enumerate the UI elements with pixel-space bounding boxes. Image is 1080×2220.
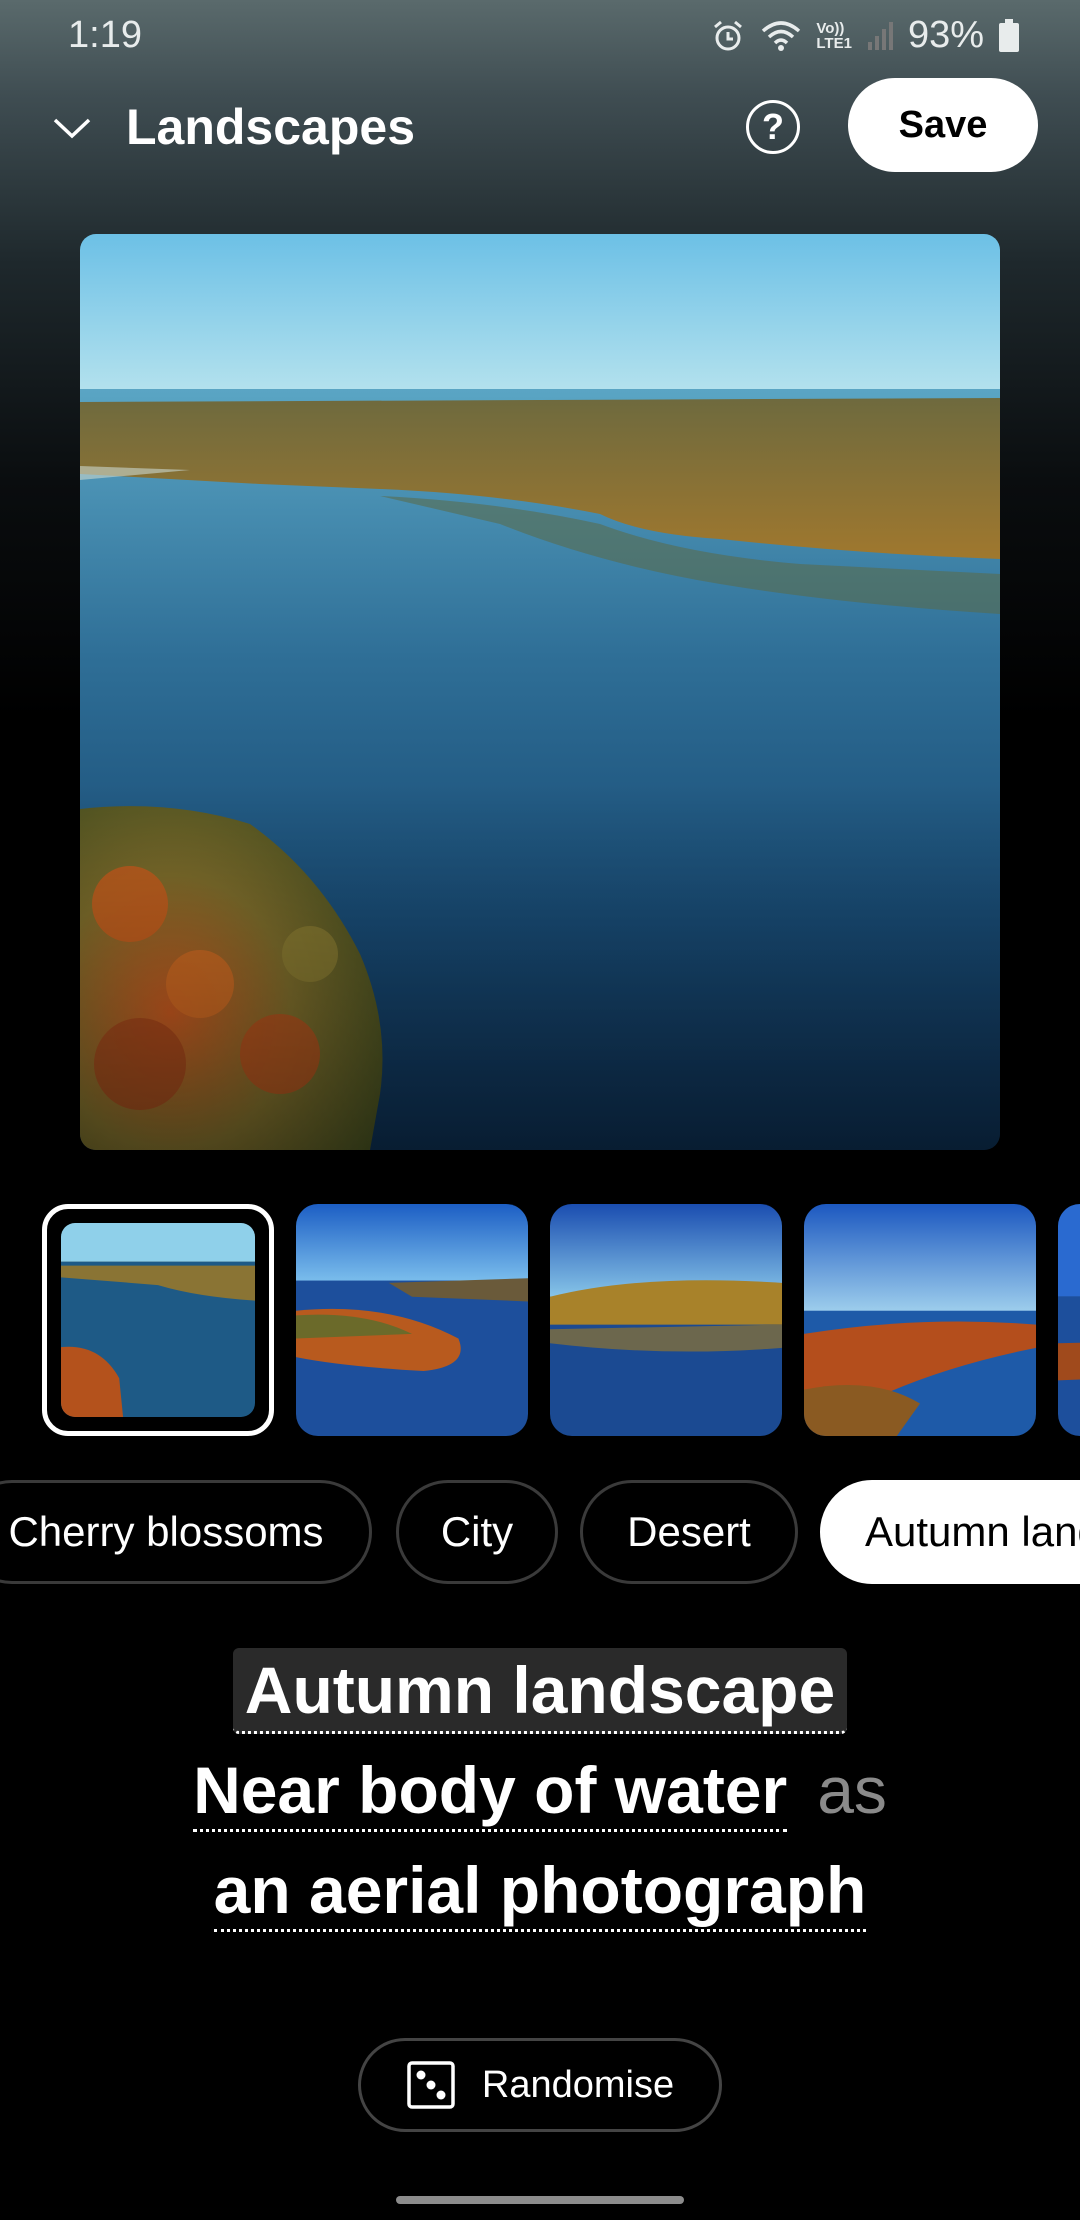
thumbnail-2[interactable]	[296, 1204, 528, 1436]
signal-icon	[866, 20, 894, 52]
dice-icon	[407, 2061, 455, 2109]
status-icons: Vo)) LTE1 93%	[710, 14, 1020, 57]
chip-label: City	[440, 1508, 514, 1555]
chip-label: Autumn landscape	[865, 1508, 1080, 1555]
save-button[interactable]: Save	[848, 78, 1038, 172]
prompt-connector: as	[817, 1753, 887, 1827]
page-title: Landscapes	[126, 99, 416, 155]
chip-city[interactable]: City	[396, 1480, 558, 1584]
prompt-line-2: Near body of water as	[0, 1752, 1080, 1832]
battery-percent: 93%	[907, 14, 984, 56]
thumbnail-3[interactable]	[550, 1204, 782, 1436]
prompt-subject[interactable]: Autumn landscape	[232, 1648, 848, 1734]
battery-icon	[998, 18, 1020, 53]
prompt-style[interactable]: an aerial photograph	[213, 1854, 867, 1932]
chip-cherry-blossoms[interactable]: Cherry blossoms	[0, 1480, 372, 1584]
chevron-down-icon	[53, 118, 91, 139]
alarm-icon	[710, 18, 746, 54]
chip-autumn-landscape[interactable]: Autumn landscape	[820, 1480, 1080, 1584]
randomise-button[interactable]: Randomise	[358, 2038, 722, 2132]
help-icon: ?	[762, 106, 784, 147]
collapse-button[interactable]	[40, 96, 104, 160]
thumbnail-5[interactable]	[1058, 1204, 1080, 1436]
wifi-icon	[760, 19, 802, 53]
lte-label: LTE1	[816, 34, 852, 52]
chip-desert[interactable]: Desert	[580, 1480, 798, 1584]
status-time: 1:19	[68, 14, 142, 56]
chip-label: Desert	[627, 1508, 751, 1555]
thumbnail-1[interactable]	[42, 1204, 274, 1436]
randomise-label: Randomise	[481, 2063, 675, 2106]
prompt-setting[interactable]: Near body of water	[193, 1754, 788, 1832]
prompt-line-3: an aerial photograph	[0, 1854, 1080, 1932]
help-button[interactable]: ?	[746, 100, 800, 154]
prompt-line-1: Autumn landscape	[0, 1648, 1080, 1734]
thumbnail-4[interactable]	[804, 1204, 1036, 1436]
chip-label: Cherry blossoms	[8, 1508, 324, 1555]
volte-lte-icon: Vo)) LTE1	[816, 21, 852, 51]
status-bar: 1:19 Vo)) LTE1 93%	[0, 0, 1080, 70]
header: Landscapes ? Save	[0, 78, 1080, 174]
home-indicator[interactable]	[396, 2196, 684, 2204]
category-chips: Cherry blossoms City Desert Autumn lands…	[0, 1480, 1080, 1586]
volte-label: Vo))	[816, 19, 845, 37]
thumbnail-strip[interactable]	[0, 1204, 1080, 1438]
wallpaper-preview	[80, 234, 1000, 1150]
